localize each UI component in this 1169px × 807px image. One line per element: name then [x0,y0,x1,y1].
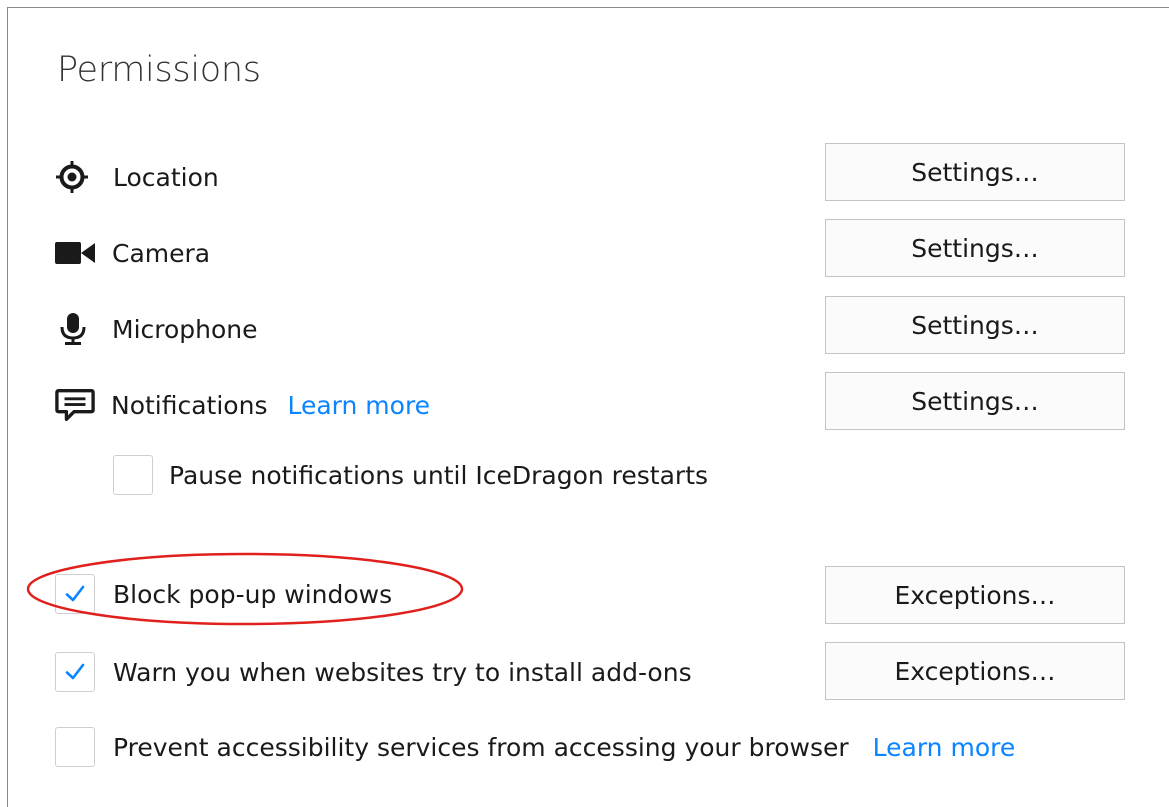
permission-label-notifications: Notifications [111,390,268,420]
section-title: Permissions [57,50,261,90]
permission-row-notifications: Notifications Learn more [55,376,430,434]
microphone-settings-button[interactable]: Settings… [825,296,1125,354]
location-icon [55,160,95,194]
warn-addons-checkbox[interactable] [55,652,95,692]
pause-notifications-label: Pause notifications until IceDragon rest… [169,460,709,490]
camera-icon [55,236,95,270]
microphone-icon [55,312,95,346]
addons-exceptions-button[interactable]: Exceptions… [825,642,1125,700]
notifications-learn-more-link[interactable]: Learn more [287,391,430,420]
notifications-settings-button[interactable]: Settings… [825,372,1125,430]
permission-label-microphone: Microphone [112,314,258,344]
block-popups-checkbox[interactable] [55,574,95,614]
popups-exceptions-button[interactable]: Exceptions… [825,566,1125,624]
permission-row-camera: Camera [55,224,210,282]
accessibility-learn-more-link[interactable]: Learn more [873,733,1016,762]
permission-label-camera: Camera [112,238,211,268]
prevent-accessibility-label: Prevent accessibility services from acce… [113,732,849,762]
permission-row-location: Location [55,148,219,206]
checkmark-icon [65,585,85,602]
warn-addons-label: Warn you when websites try to install ad… [113,657,692,687]
permission-label-location: Location [113,162,219,192]
prevent-accessibility-checkbox[interactable] [55,727,95,767]
checkmark-icon [65,663,85,680]
notifications-icon [55,388,95,422]
location-settings-button[interactable]: Settings… [825,143,1125,201]
block-popups-label: Block pop-up windows [113,579,393,609]
camera-settings-button[interactable]: Settings… [825,219,1125,277]
prevent-accessibility-label-row: Prevent accessibility services from acce… [113,727,1015,767]
pause-notifications-checkbox[interactable] [113,455,153,495]
permission-row-microphone: Microphone [55,300,258,358]
